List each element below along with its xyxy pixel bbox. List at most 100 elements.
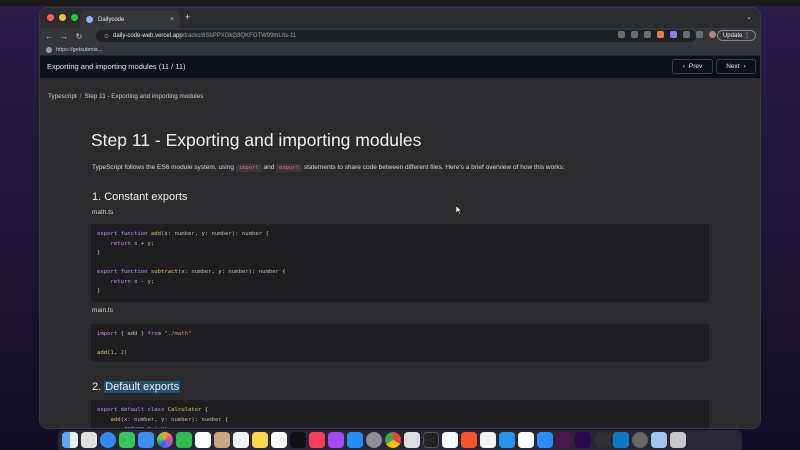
- lesson-top-nav: Exporting and importing modules (11 / 11…: [40, 56, 760, 78]
- system-settings-icon[interactable]: [366, 432, 382, 448]
- update-button[interactable]: Update ⋮: [716, 30, 756, 41]
- reminders-icon[interactable]: [233, 432, 249, 448]
- intro-text-1: TypeScript follows the ES6 module system…: [92, 164, 236, 171]
- browser-window: Dailycode × + ⌄ ← → ↻ ⊙ daily-code-web.v…: [40, 8, 760, 428]
- premiere-pro-icon[interactable]: [575, 432, 591, 448]
- page-title: Step 11 - Exporting and importing module…: [91, 130, 422, 150]
- bookmark-item[interactable]: https://getsubmis...: [56, 47, 102, 53]
- app-store-icon[interactable]: [347, 432, 363, 448]
- chevron-left-icon: ‹: [682, 63, 685, 70]
- breadcrumb-separator: /: [79, 93, 82, 100]
- breadcrumb-current: Step 11 - Exporting and importing module…: [84, 93, 204, 100]
- finder-icon[interactable]: [62, 432, 78, 448]
- browser-toolbar: ← → ↻ ⊙ daily-code-web.vercel.app/tracks…: [40, 28, 760, 44]
- notes-icon[interactable]: [252, 432, 268, 448]
- postman-icon[interactable]: [480, 432, 496, 448]
- bookmarks-bar: https://getsubmis...: [40, 44, 760, 56]
- url-host: daily-code-web.vercel.app: [113, 33, 183, 39]
- browser-tab[interactable]: Dailycode ×: [80, 11, 180, 28]
- favicon-icon: [86, 16, 93, 23]
- code-block-math-ts: export function add(x: number, y: number…: [91, 224, 709, 302]
- music-icon[interactable]: [309, 432, 325, 448]
- macos-dock: [58, 430, 742, 450]
- quicktime-icon[interactable]: [632, 432, 648, 448]
- trash-icon[interactable]: [670, 432, 686, 448]
- code-line: return x + y;: [110, 240, 155, 247]
- address-bar[interactable]: ⊙ daily-code-web.vercel.app/tracks/8SbPP…: [96, 30, 696, 42]
- reload-icon[interactable]: ↻: [73, 32, 85, 41]
- breadcrumb: Typescript / Step 11 - Exporting and imp…: [48, 93, 203, 100]
- brave-icon[interactable]: [461, 432, 477, 448]
- code-block-default-export: export default class Calculator { add(x:…: [91, 400, 709, 428]
- minimize-window-button[interactable]: [59, 14, 66, 21]
- tab-search-chevron-icon[interactable]: ⌄: [746, 13, 752, 21]
- intro-text-2: and: [261, 164, 277, 171]
- extension-icon[interactable]: [670, 31, 677, 38]
- lesson-nav-title: Exporting and importing modules (11 / 11…: [47, 62, 186, 71]
- breadcrumb-root[interactable]: Typescript: [48, 93, 77, 100]
- terminal-icon[interactable]: [423, 432, 439, 448]
- desktop: Dailycode × + ⌄ ← → ↻ ⊙ daily-code-web.v…: [0, 0, 800, 450]
- next-button[interactable]: Next ›: [716, 59, 756, 74]
- intro-text-3: statements to share code between differe…: [302, 164, 565, 171]
- prev-label: Prev: [688, 63, 703, 70]
- photos-icon[interactable]: [157, 432, 173, 448]
- web-page: Exporting and importing modules (11 / 11…: [40, 56, 760, 428]
- code-line: export function add(x: number, y: number…: [97, 231, 269, 237]
- downloads-folder-icon[interactable]: [651, 432, 667, 448]
- tab-title: Dailycode: [98, 16, 125, 23]
- tab-close-icon[interactable]: ×: [170, 16, 174, 23]
- launchpad-icon[interactable]: [81, 432, 97, 448]
- mongodb-compass-icon[interactable]: [518, 432, 534, 448]
- code-line: return x + y;: [97, 425, 703, 428]
- share-icon[interactable]: [631, 31, 638, 38]
- update-label: Update: [722, 32, 743, 39]
- freeform-icon[interactable]: [271, 432, 287, 448]
- obs-icon[interactable]: [594, 432, 610, 448]
- section-number: 2.: [92, 381, 105, 393]
- docker-icon[interactable]: [499, 432, 515, 448]
- facetime-icon[interactable]: [176, 432, 192, 448]
- url-path: /tracks/8SbPPXGkG8QKFOTW99mL/ts-11: [182, 33, 297, 39]
- inline-code-import: import: [235, 164, 262, 172]
- side-panel-icon[interactable]: [696, 31, 703, 38]
- back-arrow-icon[interactable]: ←: [43, 32, 55, 41]
- site-info-icon[interactable]: ⊙: [104, 33, 109, 40]
- podcasts-icon[interactable]: [328, 432, 344, 448]
- close-window-button[interactable]: [47, 14, 54, 21]
- code-line: return x - y;: [110, 278, 155, 285]
- zoom-app-icon[interactable]: [537, 432, 553, 448]
- contacts-icon[interactable]: [214, 432, 230, 448]
- forward-arrow-icon[interactable]: →: [58, 32, 70, 41]
- vscode-icon[interactable]: [613, 432, 629, 448]
- filename-math-ts: math.ts: [92, 209, 114, 216]
- window-controls: [47, 14, 78, 21]
- messages-icon[interactable]: [119, 432, 135, 448]
- filename-main-ts: main.ts: [92, 307, 113, 314]
- slack-icon[interactable]: [556, 432, 572, 448]
- code-line: import { add } from "./math": [97, 331, 192, 337]
- zoom-icon[interactable]: [618, 31, 625, 38]
- macos-menu-bar: [0, 0, 800, 6]
- notion-icon[interactable]: [442, 432, 458, 448]
- intro-paragraph: TypeScript follows the ES6 module system…: [92, 164, 565, 172]
- code-line: }: [97, 250, 101, 256]
- extension-icons: [618, 31, 716, 38]
- safari-icon[interactable]: [100, 432, 116, 448]
- preview-icon[interactable]: [404, 432, 420, 448]
- prev-button[interactable]: ‹ Prev: [672, 59, 713, 74]
- zoom-window-button[interactable]: [71, 14, 78, 21]
- calendar-icon[interactable]: [195, 432, 211, 448]
- bookmark-star-icon[interactable]: [644, 31, 651, 38]
- metamask-extension-icon[interactable]: [657, 31, 664, 38]
- new-tab-button[interactable]: +: [185, 12, 190, 22]
- tv-icon[interactable]: [290, 432, 306, 448]
- puzzle-extensions-icon[interactable]: [683, 31, 690, 38]
- mail-icon[interactable]: [138, 432, 154, 448]
- selected-heading-text: Default exports: [104, 381, 181, 393]
- tab-strip: Dailycode × + ⌄: [40, 8, 760, 28]
- profile-avatar[interactable]: [709, 31, 716, 38]
- chrome-icon[interactable]: [385, 432, 401, 448]
- mouse-cursor-icon: [456, 206, 462, 215]
